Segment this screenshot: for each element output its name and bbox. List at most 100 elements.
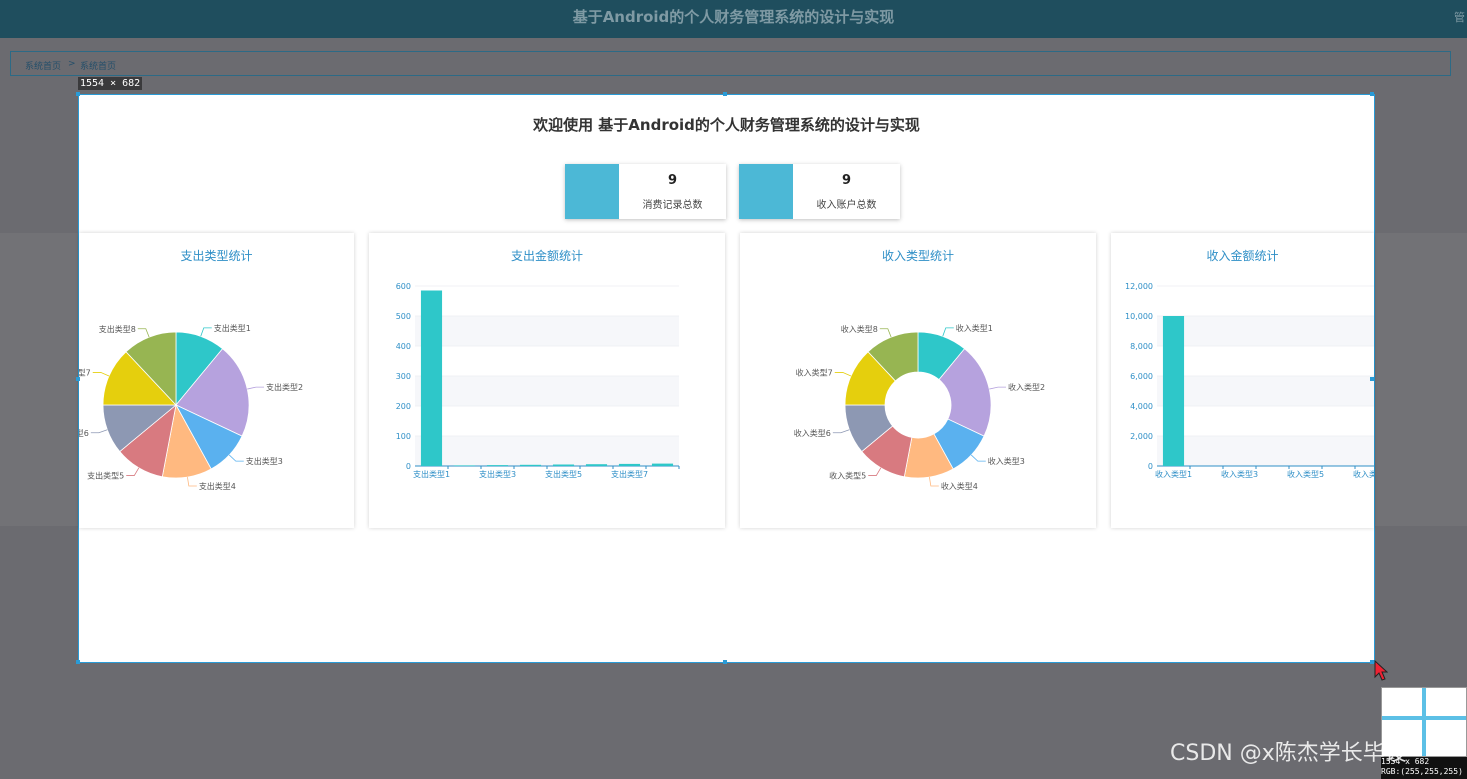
y-tick-label: 100 — [396, 432, 411, 441]
y-tick-label: 8,000 — [1130, 342, 1153, 351]
pie-label-line — [832, 429, 850, 434]
bar — [585, 464, 608, 466]
resize-handle[interactable] — [723, 660, 727, 664]
grid-band — [415, 436, 679, 466]
y-tick-label: 6,000 — [1130, 372, 1153, 381]
bar — [519, 464, 542, 466]
pie-label: 收入类型6 — [794, 428, 831, 438]
pie-label: 收入类型5 — [829, 471, 866, 481]
grid-band — [415, 376, 679, 406]
chart-card-expense-amount: 支出金额统计 0 100 200 300 400 500 600 支出类型1 支出类型3 支出类型… — [369, 233, 725, 528]
x-tick-label: 支出类型1 — [413, 469, 450, 479]
resize-handle[interactable] — [76, 660, 80, 664]
resize-handle[interactable] — [76, 377, 80, 381]
grid-band — [415, 316, 679, 346]
expense-amount-bar-chart: 0 100 200 300 400 500 600 支出类型1 支出类型3 支出类型5 支出类型7 — [396, 282, 680, 479]
pie-label: 支出类型6 — [79, 428, 89, 438]
welcome-title: 欢迎使用 基于Android的个人财务管理系统的设计与实现 — [533, 116, 920, 134]
y-tick-label: 10,000 — [1125, 312, 1153, 321]
pie-label: 收入类型7 — [796, 367, 833, 377]
breadcrumb: 系统首页 > 系统首页 — [10, 51, 1451, 76]
bar — [420, 290, 443, 466]
pie-label-line — [834, 372, 852, 377]
bar — [1162, 316, 1185, 466]
stat-value: 9 — [841, 173, 852, 188]
x-tick-label: 支出类型7 — [611, 469, 648, 479]
pie-label: 支出类型3 — [246, 456, 283, 466]
pie-label: 支出类型7 — [79, 367, 91, 377]
y-tick-label: 600 — [396, 282, 411, 291]
chart-card-expense-type: 支出类型统计 支出类型1支出类型2支出类型3支出类型4支出类型5支出类型6支出类… — [79, 233, 354, 528]
magnifier-rgb-text: RGB:(255,255,255) — [1381, 767, 1463, 776]
pie-label-line — [247, 386, 265, 390]
bar — [618, 463, 641, 466]
x-tick-label: 收入类型3 — [1221, 469, 1258, 479]
x-tick-label: 收入类型7 — [1353, 469, 1374, 479]
x-tick-label: 支出类型3 — [479, 469, 516, 479]
bar — [552, 464, 575, 466]
capture-region[interactable]: 欢迎使用 基于Android的个人财务管理系统的设计与实现 9 消费记录总数 9… — [76, 92, 1375, 664]
crosshair-horizontal — [1382, 716, 1466, 720]
resize-handle[interactable] — [76, 92, 80, 96]
y-tick-label: 4,000 — [1130, 402, 1153, 411]
pie-label: 支出类型2 — [266, 382, 303, 392]
background-card-left — [0, 233, 78, 526]
stat-label: 消费记录总数 — [642, 200, 703, 211]
breadcrumb-current: 系统首页 — [80, 62, 117, 72]
pie-label: 收入类型3 — [988, 456, 1025, 466]
income-type-donut-chart: 收入类型1 收入类型2 收入类型3 收入类型4 收入类型5 收入类型6 收入类型7 收入类型8 — [794, 323, 1045, 491]
stat-label: 收入账户总数 — [816, 200, 877, 211]
pie-label-line — [970, 454, 986, 462]
resize-handle[interactable] — [1370, 92, 1374, 96]
pie-label: 支出类型1 — [214, 323, 251, 333]
y-tick-label: 12,000 — [1125, 282, 1153, 291]
pie-label: 收入类型4 — [941, 481, 978, 491]
grid-band — [1157, 316, 1374, 346]
pie-label-line — [942, 327, 954, 337]
pie-label-line — [92, 372, 110, 377]
pie-label: 收入类型2 — [1008, 382, 1045, 392]
y-tick-label: 0 — [406, 462, 411, 471]
stat-card-income-accounts: 9 收入账户总数 — [739, 164, 900, 219]
resize-handle[interactable] — [723, 92, 727, 96]
pie-label-line — [228, 454, 244, 462]
y-tick-label: 2,000 — [1130, 432, 1153, 441]
y-tick-label: 200 — [396, 402, 411, 411]
pie-label: 收入类型1 — [956, 323, 993, 333]
pie-label: 支出类型5 — [87, 471, 124, 481]
breadcrumb-separator: > — [68, 59, 76, 69]
stat-icon-block — [739, 164, 793, 219]
grid-band — [1157, 436, 1374, 466]
mouse-cursor-icon — [1374, 660, 1388, 681]
bar — [486, 465, 509, 466]
y-tick-label: 300 — [396, 372, 411, 381]
pie-label-line — [868, 467, 882, 476]
grid-band — [1157, 376, 1374, 406]
pie-label: 支出类型8 — [99, 324, 136, 334]
resize-handle[interactable] — [1370, 377, 1374, 381]
background-card-right — [1375, 233, 1467, 526]
pie-label-line — [200, 327, 212, 337]
y-tick-label: 0 — [1148, 462, 1153, 471]
pie-label-line — [90, 429, 108, 434]
app-title: 基于Android的个人财务管理系统的设计与实现 — [572, 8, 895, 26]
expense-type-pie-chart: 支出类型1 支出类型2 支出类型3 支出类型4 支出类型5 支出类型6 支出类型7 支出类型8 — [79, 323, 303, 491]
breadcrumb-home-link[interactable]: 系统首页 — [25, 59, 61, 72]
pie-label-line — [929, 477, 939, 487]
pie-label-line — [187, 477, 197, 487]
y-tick-label: 400 — [396, 342, 411, 351]
pie-label-line — [989, 386, 1007, 390]
stat-value: 9 — [667, 173, 678, 188]
pie-label: 收入类型8 — [841, 324, 878, 334]
bar — [453, 465, 476, 466]
y-tick-label: 500 — [396, 312, 411, 321]
stat-icon-block — [565, 164, 619, 219]
crosshair-vertical — [1422, 688, 1426, 756]
header-corner-text[interactable]: 管 — [1454, 9, 1465, 25]
stat-card-expense-records: 9 消费记录总数 — [565, 164, 726, 219]
pie-label-line — [126, 467, 140, 476]
pie-label-line — [137, 328, 150, 338]
chart-card-income-type: 收入类型统计 收入类型1 收入类型2 收入类型3 收入类型4 收入类型5 收入类型6 收入类… — [740, 233, 1096, 528]
bar — [651, 463, 674, 466]
x-tick-label: 收入类型1 — [1155, 469, 1192, 479]
